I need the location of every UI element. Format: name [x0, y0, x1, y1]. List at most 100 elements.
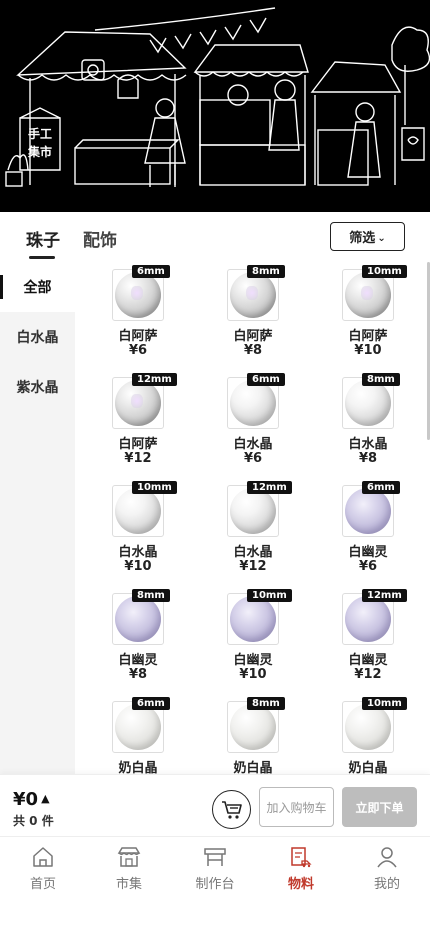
- bead-image: [115, 380, 161, 426]
- product-price: ¥12: [124, 451, 152, 466]
- product-card[interactable]: 6mm 奶白晶: [76, 694, 194, 774]
- sidebar-item-amethyst[interactable]: 紫水晶: [0, 362, 75, 412]
- bead-image: [230, 704, 276, 750]
- product-name: 白阿萨: [233, 329, 273, 344]
- product-price: ¥10: [239, 667, 267, 682]
- caret-up-icon: ▲: [41, 792, 50, 805]
- tab-accessories[interactable]: 配饰: [83, 226, 117, 251]
- bead-image: [230, 272, 276, 318]
- bead-image: [115, 596, 161, 642]
- product-name: 白水晶: [233, 545, 273, 560]
- nav-label: 首页: [29, 877, 56, 892]
- nav-profile[interactable]: 我的: [344, 845, 430, 892]
- product-price: ¥6: [128, 343, 148, 358]
- bead-image: [115, 704, 161, 750]
- product-price: ¥6: [358, 559, 378, 574]
- buy-now-button[interactable]: 立即下单: [342, 787, 417, 827]
- size-badge: 12mm: [132, 373, 177, 386]
- cart-total[interactable]: ¥0 ▲: [13, 789, 50, 810]
- cart-bar: ¥0 ▲ 共 0 件 加入购物车 立即下单: [0, 774, 430, 836]
- nav-workbench[interactable]: 制作台: [172, 845, 258, 892]
- product-name: 白阿萨: [118, 329, 158, 344]
- bead-image: [115, 488, 161, 534]
- bead-image: [345, 488, 391, 534]
- size-badge: 10mm: [132, 481, 177, 494]
- product-name: 白阿萨: [348, 329, 388, 344]
- product-card[interactable]: 12mm 白阿萨 ¥12: [76, 370, 194, 478]
- product-card[interactable]: 12mm 白水晶 ¥12: [191, 478, 309, 586]
- product-card[interactable]: 8mm 白水晶 ¥8: [306, 370, 424, 478]
- sidebar-item-all[interactable]: 全部: [0, 262, 75, 312]
- size-badge: 6mm: [362, 481, 400, 494]
- nav-label: 制作台: [195, 877, 235, 892]
- product-price: ¥12: [354, 667, 382, 682]
- size-badge: 8mm: [362, 373, 400, 386]
- bead-image: [345, 704, 391, 750]
- sidebar: 全部 白水晶 紫水晶: [0, 262, 75, 774]
- size-badge: 10mm: [362, 265, 407, 278]
- bead-image: [345, 380, 391, 426]
- active-tab-indicator: [29, 256, 55, 259]
- product-price: ¥8: [128, 667, 148, 682]
- product-name: 白水晶: [348, 437, 388, 452]
- bottom-navigation: 首页 市集 制作台 物料 我的: [0, 836, 430, 932]
- product-card[interactable]: 8mm 奶白晶: [191, 694, 309, 774]
- product-card[interactable]: 8mm 白幽灵 ¥8: [76, 586, 194, 694]
- product-card[interactable]: 10mm 奶白晶: [306, 694, 424, 774]
- product-name: 白幽灵: [118, 653, 158, 668]
- profile-icon: [377, 847, 397, 868]
- nav-label: 我的: [373, 877, 400, 892]
- product-card[interactable]: 12mm 白幽灵 ¥12: [306, 586, 424, 694]
- product-name: 白阿萨: [118, 437, 158, 452]
- product-card[interactable]: 10mm 白水晶 ¥10: [76, 478, 194, 586]
- nav-materials[interactable]: 物料: [258, 845, 344, 892]
- product-name: 奶白晶: [348, 761, 388, 774]
- product-name: 白水晶: [118, 545, 158, 560]
- bead-image: [230, 596, 276, 642]
- banner-sign-line-2: 集市: [27, 144, 52, 159]
- product-card[interactable]: 6mm 白阿萨 ¥6: [76, 262, 194, 370]
- sidebar-item-label: 全部: [23, 280, 52, 296]
- sidebar-item-label: 紫水晶: [16, 380, 59, 396]
- market-banner: 手工 集市: [0, 0, 430, 212]
- product-card[interactable]: 6mm 白水晶 ¥6: [191, 370, 309, 478]
- size-badge: 10mm: [247, 589, 292, 602]
- tab-beads[interactable]: 珠子: [26, 226, 60, 251]
- home-icon: [33, 847, 53, 867]
- product-price: ¥8: [358, 451, 378, 466]
- sidebar-item-clear-quartz[interactable]: 白水晶: [0, 312, 75, 362]
- filter-button[interactable]: 筛选 ⌄: [330, 222, 405, 251]
- cart-button[interactable]: [212, 790, 251, 829]
- product-name: 奶白晶: [233, 761, 273, 774]
- product-name: 白幽灵: [233, 653, 273, 668]
- size-badge: 6mm: [247, 373, 285, 386]
- product-card[interactable]: 6mm 白幽灵 ¥6: [306, 478, 424, 586]
- materials-icon: [291, 847, 312, 868]
- bead-image: [345, 596, 391, 642]
- size-badge: 6mm: [132, 265, 170, 278]
- product-card[interactable]: 8mm 白阿萨 ¥8: [191, 262, 309, 370]
- nav-home[interactable]: 首页: [0, 845, 86, 892]
- market-illustration: 手工 集市: [5, 7, 430, 187]
- cart-count: 共 0 件: [13, 814, 54, 828]
- nav-market[interactable]: 市集: [86, 845, 172, 892]
- nav-label: 市集: [115, 877, 142, 892]
- workbench-icon: [204, 848, 226, 866]
- shopping-cart-icon: [221, 800, 242, 819]
- bead-image: [345, 272, 391, 318]
- bead-image: [230, 380, 276, 426]
- size-badge: 8mm: [247, 697, 285, 710]
- product-price: ¥8: [243, 343, 263, 358]
- category-tabs: 珠子 配饰 筛选 ⌄: [0, 212, 430, 262]
- product-card[interactable]: 10mm 白阿萨 ¥10: [306, 262, 424, 370]
- product-name: 白幽灵: [348, 545, 388, 560]
- product-name: 白水晶: [233, 437, 273, 452]
- bead-image: [230, 488, 276, 534]
- product-price: ¥12: [239, 559, 267, 574]
- add-to-cart-button[interactable]: 加入购物车: [259, 787, 334, 827]
- product-card[interactable]: 10mm 白幽灵 ¥10: [191, 586, 309, 694]
- filter-label: 筛选: [349, 231, 376, 246]
- market-icon: [117, 847, 141, 867]
- product-grid: 6mm 白阿萨 ¥6 8mm 白阿萨 ¥8 10mm 白阿萨 ¥10 12mm 白阿萨 ¥12 6mm 白…: [75, 262, 430, 774]
- size-badge: 6mm: [132, 697, 170, 710]
